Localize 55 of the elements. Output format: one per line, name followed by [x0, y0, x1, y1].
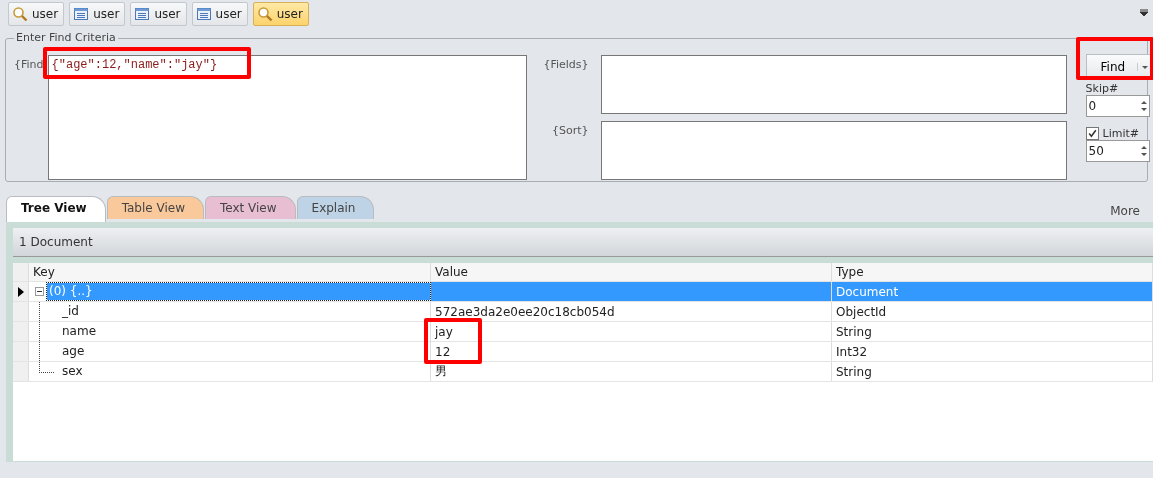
type-text: String: [836, 364, 872, 379]
view-tab[interactable]: Text View: [205, 196, 296, 219]
type-text: Int32: [836, 344, 868, 359]
view-tab[interactable]: Explain: [296, 196, 375, 219]
key-text: (0) {..}: [47, 283, 430, 300]
column-header[interactable]: Value: [431, 263, 832, 281]
document-tab[interactable]: user: [130, 2, 187, 26]
row-pointer-icon: [17, 286, 24, 297]
row-header[interactable]: [13, 282, 29, 301]
caret-icon: [1136, 62, 1149, 71]
value-text: 男: [435, 363, 447, 380]
value-text: 572ae3da2e0ee20c18cb054d: [435, 304, 615, 319]
tree-row[interactable]: age 12 Int32: [13, 342, 1153, 362]
document-tab[interactable]: user: [252, 2, 309, 26]
table-icon: [195, 6, 212, 22]
document-tab[interactable]: user: [191, 2, 248, 26]
type-text: Document: [836, 284, 899, 299]
find-field[interactable]: {"age":12,"name":"jay"}: [47, 55, 527, 180]
key-text: sex: [61, 363, 84, 380]
table-icon: [134, 6, 151, 22]
key-text: name: [61, 323, 98, 340]
dropdown-icon[interactable]: [1139, 8, 1149, 18]
more-menu[interactable]: More: [1110, 204, 1140, 222]
type-text: String: [836, 324, 872, 339]
skip-label: Skip#: [1085, 82, 1120, 95]
tree-row[interactable]: sex 男 String: [13, 362, 1153, 382]
sort-label: {Sort}: [551, 123, 589, 139]
fields-label: {Fields}: [542, 57, 589, 73]
key-text: _id: [61, 303, 80, 320]
column-header[interactable]: Type: [832, 263, 1153, 281]
value-text: jay: [435, 324, 453, 339]
highlight-box: [424, 318, 482, 364]
view-tab[interactable]: Table View: [106, 196, 204, 219]
find-label: {Find: [14, 57, 44, 73]
type-text: ObjectId: [836, 304, 887, 319]
column-header[interactable]: Key: [29, 263, 431, 281]
limit-checkbox[interactable]: [1085, 127, 1099, 140]
tree-row[interactable]: _id 572ae3da2e0ee20c18cb054d ObjectId: [13, 302, 1153, 322]
tree-row[interactable]: name jay String: [13, 322, 1153, 342]
table-icon: [73, 6, 90, 22]
result-count: 1 Document: [19, 235, 93, 249]
magnifier-icon: [12, 6, 28, 22]
skip-field[interactable]: 0: [1085, 95, 1150, 117]
panel-legend: Enter Find Criteria: [14, 31, 118, 44]
document-tab[interactable]: user: [69, 2, 126, 26]
limit-field[interactable]: 50: [1085, 140, 1150, 162]
fields-field[interactable]: [600, 55, 1067, 114]
magnifier-icon: [256, 6, 273, 22]
key-text: age: [61, 343, 86, 360]
value-text: 12: [435, 344, 451, 359]
sort-field[interactable]: [600, 121, 1067, 180]
limit-label: Limit#: [1102, 127, 1140, 140]
view-tab[interactable]: Tree View: [6, 196, 106, 222]
collapse-icon[interactable]: [35, 287, 44, 296]
document-tab[interactable]: user: [8, 2, 65, 26]
